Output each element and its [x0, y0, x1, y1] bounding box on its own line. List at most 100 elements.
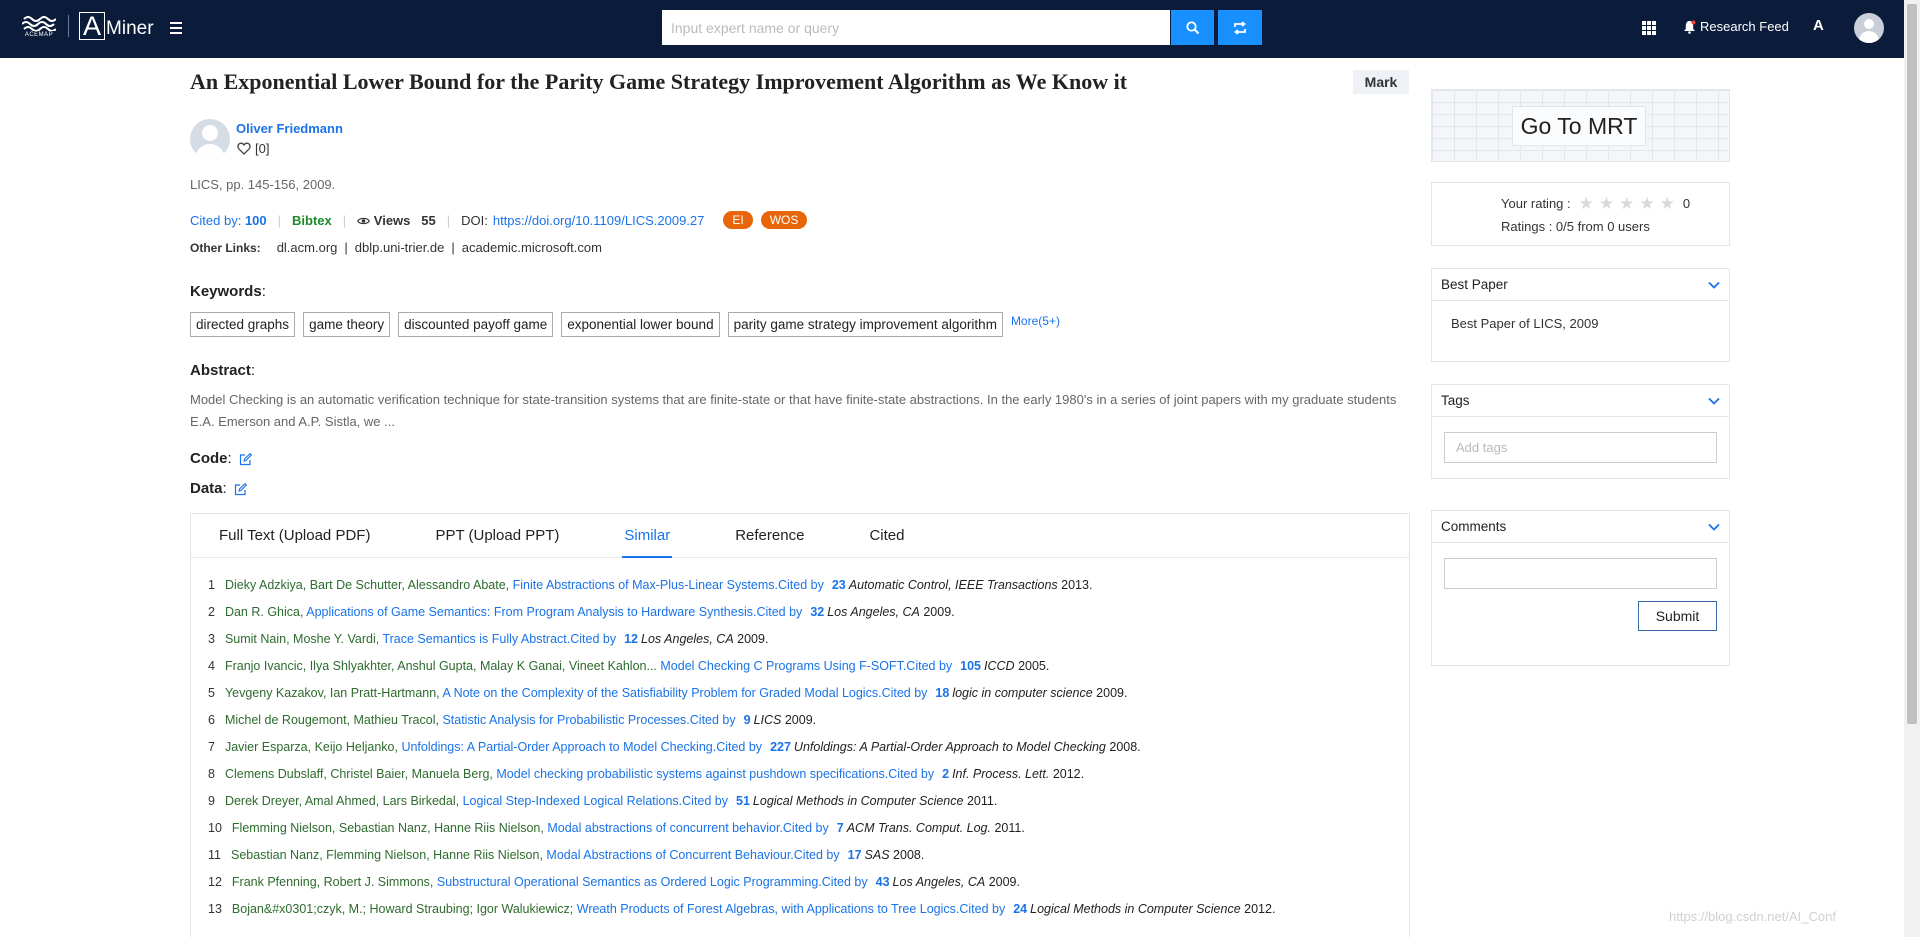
- row-cited-count[interactable]: 24: [1013, 902, 1027, 916]
- edit-data-icon[interactable]: [234, 482, 247, 496]
- edit-code-icon[interactable]: [239, 452, 252, 466]
- keyword-tag[interactable]: exponential lower bound: [561, 312, 720, 337]
- row-paper-title[interactable]: Modal abstractions of concurrent behavio…: [547, 821, 783, 835]
- row-authors[interactable]: Frank Pfenning, Robert J. Simmons,: [232, 875, 433, 889]
- row-paper-title[interactable]: Applications of Game Semantics: From Pro…: [306, 605, 756, 619]
- row-paper-title[interactable]: Finite Abstractions of Max-Plus-Linear S…: [513, 578, 778, 592]
- row-paper-title[interactable]: Modal Abstractions of Concurrent Behavio…: [546, 848, 793, 862]
- row-authors[interactable]: Bojan&#x0301;czyk, M.; Howard Straubing;…: [232, 902, 573, 916]
- aminer-logo[interactable]: A Miner: [79, 12, 154, 40]
- add-tags-input[interactable]: [1444, 432, 1717, 463]
- keywords-list: directed graphs game theory discounted p…: [190, 312, 1060, 337]
- comments-header[interactable]: Comments: [1432, 511, 1729, 543]
- row-cited-count[interactable]: 105: [960, 659, 981, 673]
- switch-search-mode-button[interactable]: [1218, 10, 1262, 45]
- row-cited-count[interactable]: 227: [770, 740, 791, 754]
- row-cited-count[interactable]: 18: [935, 686, 949, 700]
- comments-title: Comments: [1441, 519, 1507, 534]
- author-like[interactable]: [0]: [237, 141, 269, 156]
- best-paper-header[interactable]: Best Paper: [1432, 269, 1729, 301]
- rating-star-icon[interactable]: ★: [1639, 195, 1654, 212]
- research-feed-link[interactable]: Research Feed: [1683, 19, 1789, 34]
- brand[interactable]: ACEMAP A Miner: [20, 12, 154, 40]
- tags-header[interactable]: Tags: [1432, 385, 1729, 417]
- row-cited-count[interactable]: 17: [848, 848, 862, 862]
- row-paper-title[interactable]: Model Checking C Programs Using F-SOFT.: [660, 659, 906, 673]
- keywords-more-link[interactable]: More(5+): [1011, 314, 1060, 328]
- author-link[interactable]: Oliver Friedmann: [236, 121, 343, 136]
- language-switch-icon[interactable]: A: [1813, 17, 1824, 34]
- chevron-down-icon[interactable]: [1708, 397, 1720, 405]
- row-cited-count[interactable]: 2: [942, 767, 949, 781]
- tab-full-text[interactable]: Full Text (Upload PDF): [219, 514, 370, 557]
- row-venue: ACM Trans. Comput. Log.: [846, 821, 991, 835]
- row-paper-title[interactable]: Logical Step-Indexed Logical Relations.: [463, 794, 683, 808]
- rating-star-icon[interactable]: ★: [1579, 195, 1594, 212]
- row-paper-title[interactable]: Wreath Products of Forest Algebras, with…: [577, 902, 960, 916]
- search-input[interactable]: [662, 10, 1170, 45]
- abstract-text: Model Checking is an automatic verificat…: [190, 392, 1397, 429]
- rating-star-icon[interactable]: ★: [1660, 195, 1675, 212]
- similar-paper-row: 10 Flemming Nielson, Sebastian Nanz, Hann…: [208, 815, 1409, 842]
- row-year: 2011.: [966, 794, 998, 808]
- row-authors[interactable]: Sebastian Nanz, Flemming Nielson, Hanne …: [231, 848, 543, 862]
- keyword-tag[interactable]: discounted payoff game: [398, 312, 554, 337]
- row-paper-title[interactable]: A Note on the Complexity of the Satisfia…: [442, 686, 881, 700]
- other-link-acm[interactable]: dl.acm.org: [277, 240, 338, 255]
- submit-comment-button[interactable]: Submit: [1638, 601, 1717, 631]
- chevron-down-icon[interactable]: [1708, 523, 1720, 531]
- row-authors[interactable]: Derek Dreyer, Amal Ahmed, Lars Birkedal,: [225, 794, 459, 808]
- chevron-down-icon[interactable]: [1708, 281, 1720, 289]
- user-avatar[interactable]: [1854, 13, 1884, 43]
- row-authors[interactable]: Clemens Dubslaff, Christel Baier, Manuel…: [225, 767, 493, 781]
- hamburger-menu-icon[interactable]: [170, 22, 182, 34]
- mark-button[interactable]: Mark: [1353, 70, 1409, 94]
- go-to-mrt-button[interactable]: Go To MRT: [1512, 106, 1646, 146]
- rating-stars[interactable]: ★ ★ ★ ★ ★: [1579, 195, 1675, 212]
- keyword-tag[interactable]: parity game strategy improvement algorit…: [727, 312, 1003, 337]
- row-authors[interactable]: Michel de Rougemont, Mathieu Tracol,: [225, 713, 439, 727]
- comment-input[interactable]: [1444, 558, 1717, 589]
- row-authors[interactable]: Sumit Nain, Moshe Y. Vardi,: [225, 632, 379, 646]
- row-cited-count[interactable]: 43: [876, 875, 890, 889]
- acemap-logo[interactable]: ACEMAP: [20, 12, 58, 40]
- row-authors[interactable]: Flemming Nielson, Sebastian Nanz, Hanne …: [232, 821, 544, 835]
- apps-grid-icon[interactable]: [1642, 21, 1656, 35]
- row-authors[interactable]: Franjo Ivancic, Ilya Shlyakhter, Anshul …: [225, 659, 657, 673]
- abstract-heading: Abstract:: [190, 362, 256, 379]
- row-cited-count[interactable]: 7: [837, 821, 844, 835]
- tab-ppt[interactable]: PPT (Upload PPT): [435, 514, 559, 557]
- other-link-dblp[interactable]: dblp.uni-trier.de: [355, 240, 445, 255]
- tab-cited[interactable]: Cited: [869, 514, 904, 557]
- row-cited-count[interactable]: 12: [624, 632, 638, 646]
- rating-star-icon[interactable]: ★: [1599, 195, 1614, 212]
- row-authors[interactable]: Yevgeny Kazakov, Ian Pratt-Hartmann,: [225, 686, 440, 700]
- row-paper-title[interactable]: Statistic Analysis for Probabilistic Pro…: [442, 713, 689, 727]
- row-cited-by-label: Cited by: [689, 713, 736, 727]
- tab-similar[interactable]: Similar: [622, 514, 673, 558]
- row-authors[interactable]: Dan R. Ghica,: [225, 605, 304, 619]
- row-cited-count[interactable]: 32: [810, 605, 824, 619]
- page-scrollbar[interactable]: [1904, 0, 1920, 937]
- other-link-microsoft[interactable]: academic.microsoft.com: [462, 240, 602, 255]
- row-paper-title[interactable]: Model checking probabilistic systems aga…: [496, 767, 888, 781]
- row-paper-title[interactable]: Substructural Operational Semantics as O…: [437, 875, 822, 889]
- author-avatar[interactable]: [190, 119, 230, 159]
- row-authors[interactable]: Javier Esparza, Keijo Heljanko,: [225, 740, 398, 754]
- row-cited-count[interactable]: 23: [832, 578, 846, 592]
- row-venue: SAS: [864, 848, 890, 862]
- bibtex-link[interactable]: Bibtex: [292, 213, 332, 228]
- row-cited-count[interactable]: 51: [736, 794, 750, 808]
- keyword-tag[interactable]: game theory: [303, 312, 391, 337]
- row-cited-count[interactable]: 9: [744, 713, 751, 727]
- cited-by-link[interactable]: Cited by: 100: [190, 213, 267, 228]
- row-paper-title[interactable]: Unfoldings: A Partial-Order Approach to …: [401, 740, 716, 754]
- keyword-tag[interactable]: directed graphs: [190, 312, 296, 337]
- doi-link[interactable]: https://doi.org/10.1109/LICS.2009.27: [493, 213, 705, 228]
- row-paper-title[interactable]: Trace Semantics is Fully Abstract.: [382, 632, 570, 646]
- rating-star-icon[interactable]: ★: [1619, 195, 1634, 212]
- row-authors[interactable]: Dieky Adzkiya, Bart De Schutter, Alessan…: [225, 578, 509, 592]
- row-cited-by-label: Cited by: [821, 875, 868, 889]
- search-button[interactable]: [1171, 10, 1214, 45]
- tab-reference[interactable]: Reference: [735, 514, 804, 557]
